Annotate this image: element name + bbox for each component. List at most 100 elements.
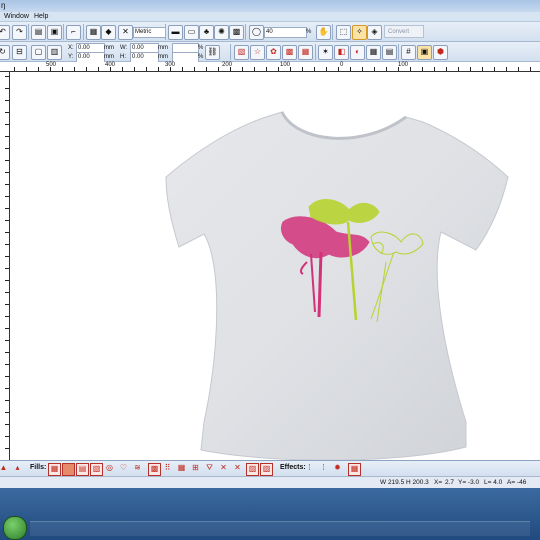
- zoom-unit: %: [306, 29, 312, 35]
- title-fragment: ŋ: [1, 1, 6, 10]
- sequence-icon[interactable]: ✶: [318, 45, 333, 60]
- hash-grid-icon[interactable]: #: [401, 45, 416, 60]
- color-icon[interactable]: ◆: [101, 25, 116, 40]
- units-select[interactable]: Metric: [133, 27, 166, 38]
- fill-pattern-2-icon[interactable]: [62, 463, 75, 476]
- fills-label: Fills:: [30, 464, 47, 471]
- ruler-tick: [230, 67, 231, 71]
- fill-pattern-9-icon[interactable]: ⠿: [162, 463, 173, 474]
- ruler-tick: [74, 67, 75, 71]
- redo-icon[interactable]: ↷: [12, 25, 27, 40]
- fill-pattern-13-icon[interactable]: ✕: [218, 463, 229, 474]
- ruler-tick: [5, 268, 9, 269]
- photo-icon[interactable]: ▭: [184, 25, 199, 40]
- magic-icon[interactable]: ✧: [352, 25, 367, 40]
- taskbar-strip: [30, 521, 530, 536]
- rotate-icon[interactable]: ↻: [0, 45, 10, 60]
- ruler-tick: [110, 67, 111, 71]
- hoop-icon[interactable]: ▣: [47, 25, 62, 40]
- star-icon[interactable]: ☆: [250, 45, 265, 60]
- design-canvas[interactable]: [11, 72, 540, 460]
- ruler-tick: [350, 67, 351, 71]
- ruler-tick: [5, 148, 9, 149]
- ruler-tick: [386, 67, 387, 71]
- menu-help[interactable]: Help: [34, 12, 48, 22]
- fill-pattern-3-icon[interactable]: ▤: [76, 463, 89, 476]
- tools-icon[interactable]: ✕: [118, 25, 133, 40]
- ruler-tick: [158, 67, 159, 71]
- fill-pattern-6-icon[interactable]: ♡: [118, 463, 129, 474]
- background-icon[interactable]: ▬: [168, 25, 183, 40]
- status-zoom: 2.7: [445, 479, 455, 486]
- triple-stitch-icon[interactable]: ▴: [12, 463, 23, 474]
- zoom-input[interactable]: 40: [264, 27, 307, 38]
- reshape-icon[interactable]: ◧: [334, 45, 349, 60]
- lock-ratio-icon[interactable]: ⛓: [205, 45, 220, 60]
- pages-icon[interactable]: ▦: [86, 25, 101, 40]
- x-unit: mm: [104, 45, 114, 51]
- layers-icon[interactable]: ▣: [417, 45, 432, 60]
- fill-pattern-14-icon[interactable]: ✕: [232, 463, 243, 474]
- select-icon[interactable]: ⬚: [336, 25, 351, 40]
- stitch-grid-icon[interactable]: ▦: [366, 45, 381, 60]
- arrange-icon[interactable]: ▥: [47, 45, 62, 60]
- fill-pattern-7-icon[interactable]: ≋: [132, 463, 143, 474]
- ruler-tick: [398, 67, 399, 71]
- ruler-tick: [5, 136, 9, 137]
- ruler-label: 100: [398, 62, 409, 68]
- fill-pattern-10-icon[interactable]: ▦: [176, 463, 187, 474]
- zoom-icon[interactable]: ◯: [249, 25, 264, 40]
- effect-1-icon[interactable]: ⁞: [304, 463, 315, 474]
- convert-button[interactable]: Convert: [384, 25, 424, 38]
- status-x: X=: [434, 479, 443, 486]
- align-icon[interactable]: ⊟: [12, 45, 27, 60]
- vertical-ruler: [0, 72, 10, 460]
- color-sort-icon[interactable]: ◐: [350, 45, 365, 60]
- ruler-tick: [194, 67, 195, 71]
- satin-icon[interactable]: ▧: [234, 45, 249, 60]
- fill-pattern-11-icon[interactable]: ⊞: [190, 463, 201, 474]
- effect-2-icon[interactable]: ⁞: [318, 463, 329, 474]
- applique-icon[interactable]: ▩: [282, 45, 297, 60]
- fill-pattern-8-icon[interactable]: ▩: [148, 463, 161, 476]
- ruler-tick: [5, 364, 9, 365]
- ruler-tick: [518, 67, 519, 71]
- ruler-tick: [182, 67, 183, 71]
- status-a: A= -46: [507, 479, 527, 486]
- start-button[interactable]: [3, 516, 27, 540]
- palette-icon[interactable]: ⬢: [433, 45, 448, 60]
- ruler-tick: [206, 67, 207, 71]
- fill-pattern-15-icon[interactable]: ▨: [246, 463, 259, 476]
- group-icon[interactable]: ▢: [31, 45, 46, 60]
- ruler-tick: [5, 304, 9, 305]
- lettering-icon[interactable]: ✿: [266, 45, 281, 60]
- ruler-tick: [62, 67, 63, 71]
- fill-tool-icon[interactable]: ▦: [298, 45, 313, 60]
- effect-4-icon[interactable]: ▦: [348, 463, 361, 476]
- table-icon[interactable]: ▤: [382, 45, 397, 60]
- grid-icon[interactable]: ▩: [229, 25, 244, 40]
- ruler-tick: [242, 67, 243, 71]
- ruler-tick: [410, 67, 411, 71]
- fill-pattern-12-icon[interactable]: ⛛: [204, 463, 215, 474]
- menu-window[interactable]: Window: [4, 12, 29, 22]
- ruler-tick: [278, 67, 279, 71]
- ruler-label: 500: [46, 62, 57, 68]
- node-icon[interactable]: ◈: [367, 25, 382, 40]
- undo-icon[interactable]: ↶: [0, 25, 10, 40]
- fill-pattern-4-icon[interactable]: ▧: [90, 463, 103, 476]
- effect-3-icon[interactable]: ✹: [332, 463, 343, 474]
- spiral-icon[interactable]: ✺: [214, 25, 229, 40]
- machine-icon[interactable]: ♣: [199, 25, 214, 40]
- ruler-tick: [14, 67, 15, 71]
- fill-pattern-5-icon[interactable]: ◎: [104, 463, 115, 474]
- stitch-icon[interactable]: ▲: [0, 463, 9, 474]
- paint-roller-icon[interactable]: ⌐: [66, 25, 81, 40]
- status-y: Y= -3.0: [458, 479, 480, 486]
- fill-pattern-16-icon[interactable]: ▨: [260, 463, 273, 476]
- ruler-tick: [122, 67, 123, 71]
- pan-hand-icon[interactable]: ✋: [316, 25, 331, 40]
- menu-bar: Window Help: [0, 12, 540, 22]
- fill-pattern-1-icon[interactable]: ▦: [48, 463, 61, 476]
- design-properties-icon[interactable]: ▤: [31, 25, 46, 40]
